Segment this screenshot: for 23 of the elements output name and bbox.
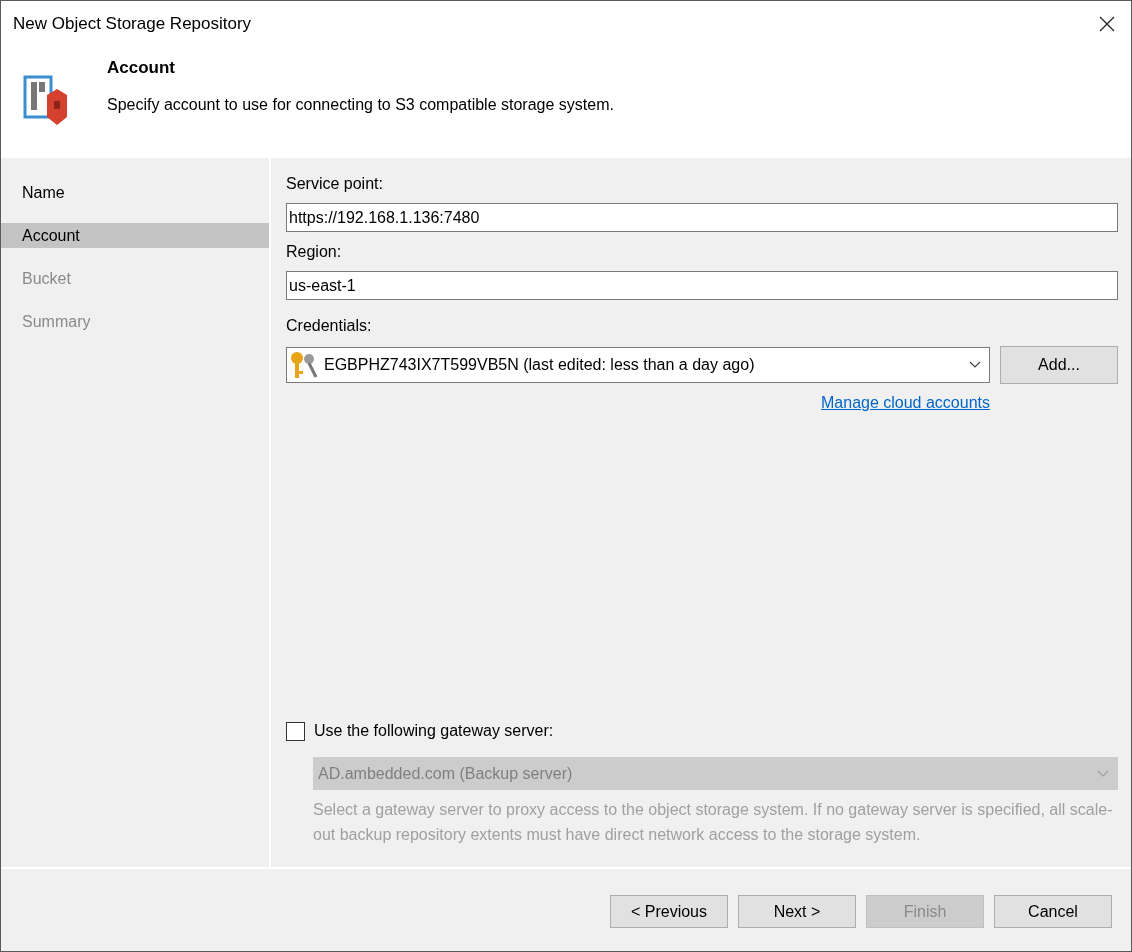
- chevron-down-icon: [1097, 769, 1109, 778]
- wizard-step[interactable]: Account: [1, 223, 269, 248]
- key-icon: [288, 349, 320, 381]
- wizard-button[interactable]: Next >: [738, 895, 856, 928]
- field-label: Region:: [286, 242, 343, 262]
- page-description: Specify account to use for connecting to S3 compatible storage system.: [107, 94, 614, 115]
- service-point-field[interactable]: https://192.168.1.136:7480: [286, 203, 1118, 232]
- region-field[interactable]: us-east-1: [286, 271, 1118, 300]
- close-icon[interactable]: [1099, 16, 1115, 32]
- window-title: New Object Storage Repository: [13, 13, 252, 36]
- gateway-hint: Select a gateway server to proxy access to the object storage system. If no gateway server is specified, all scale-out backup repository extents must have direct network access to the storage system.: [313, 800, 1114, 845]
- wizard-button[interactable]: Cancel: [994, 895, 1112, 928]
- add-button[interactable]: Add...: [1000, 346, 1118, 384]
- checkbox-label: Use the following gateway server:: [314, 721, 554, 741]
- wizard-step[interactable]: Name: [1, 180, 269, 205]
- chevron-down-icon: [969, 361, 981, 369]
- gateway-checkbox[interactable]: [286, 721, 305, 741]
- page-heading: Account: [107, 57, 176, 79]
- field-label: Credentials:: [286, 316, 373, 336]
- credentials-dropdown[interactable]: EGBPHZ743IX7T599VB5N (last edited: less than a day ago): [286, 347, 990, 383]
- wizard-button[interactable]: < Previous: [610, 895, 728, 928]
- field-label: Service point:: [286, 174, 384, 194]
- manage-cloud-accounts-link[interactable]: Manage cloud accounts: [821, 391, 990, 415]
